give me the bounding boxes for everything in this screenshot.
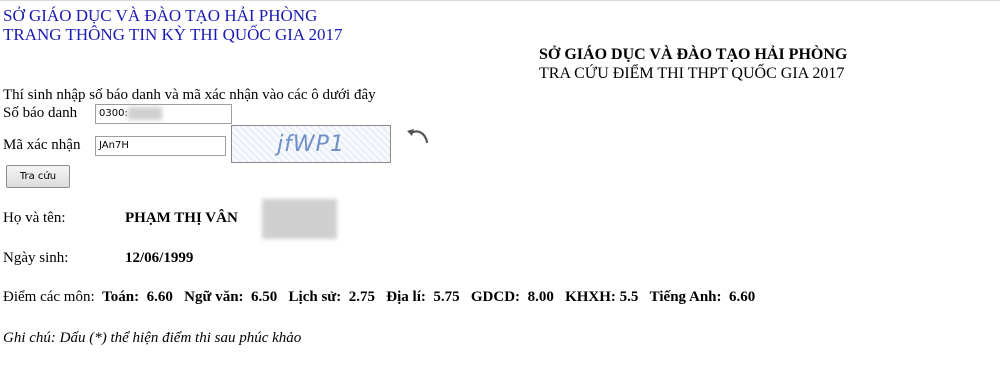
subject-score: 6.60 xyxy=(729,289,756,305)
page-subtitle: TRA CỨU ĐIỂM THI THPT QUỐC GIA 2017 xyxy=(539,65,845,82)
score-item: Tiếng Anh: 6.60 xyxy=(650,289,756,305)
subject-name: Ngữ văn: xyxy=(184,289,244,305)
redacted-blur xyxy=(128,107,162,120)
site-header-line1: SỞ GIÁO DỤC VÀ ĐÀO TẠO HẢI PHÒNG xyxy=(3,6,318,25)
form-instruction: Thí sinh nhập số báo danh và mã xác nhận… xyxy=(3,87,376,103)
sbd-label: Số báo danh xyxy=(3,105,78,121)
footnote: Ghi chú: Dấu (*) thể hiện điểm thi sau p… xyxy=(3,330,302,346)
name-label: Họ và tên: xyxy=(3,210,66,226)
subject-score: 6.50 xyxy=(251,289,278,305)
score-item: Ngữ văn: 6.50 xyxy=(184,289,277,305)
subject-name: Địa lí: xyxy=(386,289,426,305)
captcha-input-value: JAn7H xyxy=(99,140,129,151)
score-item: GDCD: 8.00 xyxy=(471,289,554,305)
scores-label: Điểm các môn: xyxy=(3,289,95,305)
score-item: Lịch sử: 2.75 xyxy=(289,289,376,305)
captcha-label: Mã xác nhận xyxy=(3,137,81,153)
score-item: Địa lí: 5.75 xyxy=(386,289,459,305)
score-item: Toán: 6.60 xyxy=(102,289,173,305)
page-title: SỞ GIÁO DỤC VÀ ĐÀO TẠO HẢI PHÒNG xyxy=(539,46,848,63)
redacted-blur-name xyxy=(262,199,337,239)
subject-score: 5.75 xyxy=(433,289,460,305)
subject-score: 5.5 xyxy=(619,289,639,305)
name-value: PHẠM THỊ VÂN xyxy=(125,210,238,226)
refresh-captcha-icon[interactable] xyxy=(402,125,430,145)
top-border xyxy=(0,0,1000,1)
tra-cuu-button[interactable]: Tra cứu xyxy=(6,165,70,188)
dob-label: Ngày sinh: xyxy=(3,250,69,266)
subject-score: 8.00 xyxy=(527,289,554,305)
captcha-input[interactable]: JAn7H xyxy=(95,136,226,156)
subject-name: Tiếng Anh: xyxy=(649,289,722,305)
subject-name: Lịch sử: xyxy=(288,289,342,305)
sbd-input-value: 0300: xyxy=(99,108,128,119)
site-header-line2: TRANG THÔNG TIN KỲ THI QUỐC GIA 2017 xyxy=(3,25,343,44)
scores-row: Điểm các môn: Toán: 6.60 Ngữ văn: 6.50 L… xyxy=(3,289,755,306)
subject-name: Toán: xyxy=(102,289,140,305)
subject-score: 6.60 xyxy=(146,289,173,305)
score-item: KHXH: 5.5 xyxy=(565,289,638,305)
subject-name: GDCD: xyxy=(470,289,521,305)
dob-value: 12/06/1999 xyxy=(125,250,194,266)
sbd-input[interactable]: 0300: xyxy=(95,104,232,124)
subject-name: KHXH: xyxy=(565,289,616,305)
subject-score: 2.75 xyxy=(348,289,376,305)
captcha-image: jfWP1 xyxy=(231,125,391,163)
captcha-image-text: jfWP1 xyxy=(277,131,345,157)
